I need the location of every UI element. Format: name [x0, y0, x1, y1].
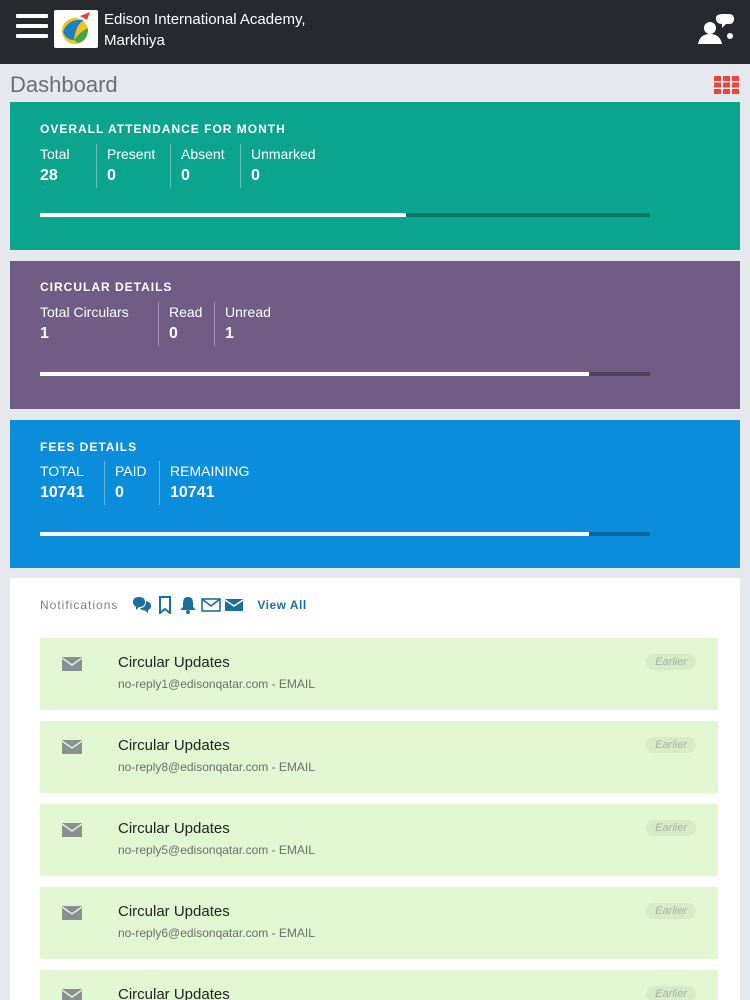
notification-item[interactable]: Circular Updates no-reply5@edisonqatar.c…	[40, 804, 718, 876]
circular-stat-total: Total Circulars 1	[40, 302, 158, 346]
stat-label: Unmarked	[251, 146, 316, 162]
stat-value: 0	[107, 167, 116, 184]
stat-value: 28	[40, 167, 58, 184]
grid-apps-icon[interactable]	[714, 76, 740, 94]
notification-time-badge: Earlier	[646, 737, 696, 753]
circular-progress-fill	[40, 372, 589, 376]
fees-card[interactable]: FEES DETAILS TOTAL 10741 PAID 0 REMAININ…	[10, 420, 740, 568]
notification-sender: no-reply8@edisonqatar.com - EMAIL	[118, 760, 315, 774]
attendance-stat-present: Present 0	[96, 144, 170, 188]
attendance-progress-fill	[40, 213, 406, 217]
stat-value: 1	[225, 325, 234, 342]
stat-label: Present	[107, 146, 156, 162]
attendance-progress-bar	[40, 213, 650, 217]
envelope-icon	[62, 989, 82, 1000]
circular-card[interactable]: CIRCULAR DETAILS Total Circulars 1 Read …	[10, 261, 740, 409]
stat-value: 10741	[40, 484, 85, 501]
page-title: Dashboard	[10, 72, 118, 97]
bell-icon[interactable]	[178, 596, 198, 614]
envelope-icon	[62, 823, 82, 837]
user-switch-icon[interactable]	[696, 14, 734, 46]
fees-stat-remaining: REMAINING 10741	[159, 461, 259, 505]
school-name-line1: Edison International Academy,	[104, 11, 306, 28]
circular-stats: Total Circulars 1 Read 0 Unread 1	[40, 302, 294, 346]
bookmark-icon[interactable]	[155, 596, 175, 616]
notification-item[interactable]: Circular Updates no-reply8@edisonqatar.c…	[40, 721, 718, 793]
envelope-icon[interactable]	[224, 596, 244, 614]
stat-value: 0	[181, 167, 190, 184]
notification-sender: no-reply6@edisonqatar.com - EMAIL	[118, 926, 315, 940]
school-name: Edison International Academy, Markhiya	[104, 9, 306, 51]
circular-card-title: CIRCULAR DETAILS	[40, 280, 173, 294]
circular-stat-unread: Unread 1	[214, 302, 294, 346]
school-logo	[54, 10, 98, 48]
circular-stat-read: Read 0	[158, 302, 214, 346]
attendance-stat-absent: Absent 0	[170, 144, 240, 188]
fees-card-title: FEES DETAILS	[40, 440, 138, 454]
stat-label: Read	[169, 304, 203, 320]
stat-value: 0	[115, 484, 124, 501]
view-all-link[interactable]: View All	[257, 598, 306, 612]
notification-title: Circular Updates	[118, 986, 230, 1000]
envelope-icon	[62, 657, 82, 671]
stat-label: Total	[40, 146, 70, 162]
stat-label: Unread	[225, 304, 271, 320]
notification-time-badge: Earlier	[646, 903, 696, 919]
attendance-stat-unmarked: Unmarked 0	[240, 144, 330, 188]
notification-title: Circular Updates	[118, 654, 230, 671]
circular-progress-bar	[40, 372, 650, 376]
notifications-header: Notifications View All	[40, 596, 307, 616]
stat-label: REMAINING	[170, 463, 250, 479]
notification-time-badge: Earlier	[646, 986, 696, 1000]
notification-item[interactable]: Circular Updates Earlier	[40, 970, 718, 1000]
fees-stat-total: TOTAL 10741	[40, 461, 104, 505]
stat-value: 0	[251, 167, 260, 184]
attendance-stat-total: Total 28	[40, 144, 96, 188]
notification-time-badge: Earlier	[646, 654, 696, 670]
notification-title: Circular Updates	[118, 737, 230, 754]
stat-label: Total Circulars	[40, 304, 129, 320]
notification-time-badge: Earlier	[646, 820, 696, 836]
attendance-stats: Total 28 Present 0 Absent 0 Unmarked 0	[40, 144, 330, 188]
attendance-card[interactable]: OVERALL ATTENDANCE FOR MONTH Total 28 Pr…	[10, 102, 740, 250]
notifications-panel: Notifications View All Circular Updates …	[10, 578, 740, 1000]
attendance-card-title: OVERALL ATTENDANCE FOR MONTH	[40, 122, 286, 136]
notifications-label: Notifications	[40, 598, 119, 612]
stat-label: PAID	[115, 463, 147, 479]
envelope-icon	[62, 740, 82, 754]
stat-label: TOTAL	[40, 463, 84, 479]
envelope-icon	[62, 906, 82, 920]
notification-item[interactable]: Circular Updates no-reply6@edisonqatar.c…	[40, 887, 718, 959]
fees-stat-paid: PAID 0	[104, 461, 159, 505]
stat-value: 0	[169, 325, 178, 342]
notification-sender: no-reply5@edisonqatar.com - EMAIL	[118, 843, 315, 857]
fees-stats: TOTAL 10741 PAID 0 REMAINING 10741	[40, 461, 259, 505]
stat-value: 1	[40, 325, 49, 342]
notification-item[interactable]: Circular Updates no-reply1@edisonqatar.c…	[40, 638, 718, 710]
school-name-line2: Markhiya	[104, 32, 165, 49]
top-app-bar: Edison International Academy, Markhiya	[0, 0, 750, 64]
notification-sender: no-reply1@edisonqatar.com - EMAIL	[118, 677, 315, 691]
fees-progress-fill	[40, 532, 589, 536]
fees-progress-bar	[40, 532, 650, 536]
envelope-outline-icon[interactable]	[201, 596, 222, 614]
stat-value: 10741	[170, 484, 215, 501]
notification-title: Circular Updates	[118, 820, 230, 837]
hamburger-menu-icon[interactable]	[16, 14, 48, 42]
stat-label: Absent	[181, 146, 225, 162]
notification-title: Circular Updates	[118, 903, 230, 920]
chat-icon[interactable]	[132, 596, 152, 614]
